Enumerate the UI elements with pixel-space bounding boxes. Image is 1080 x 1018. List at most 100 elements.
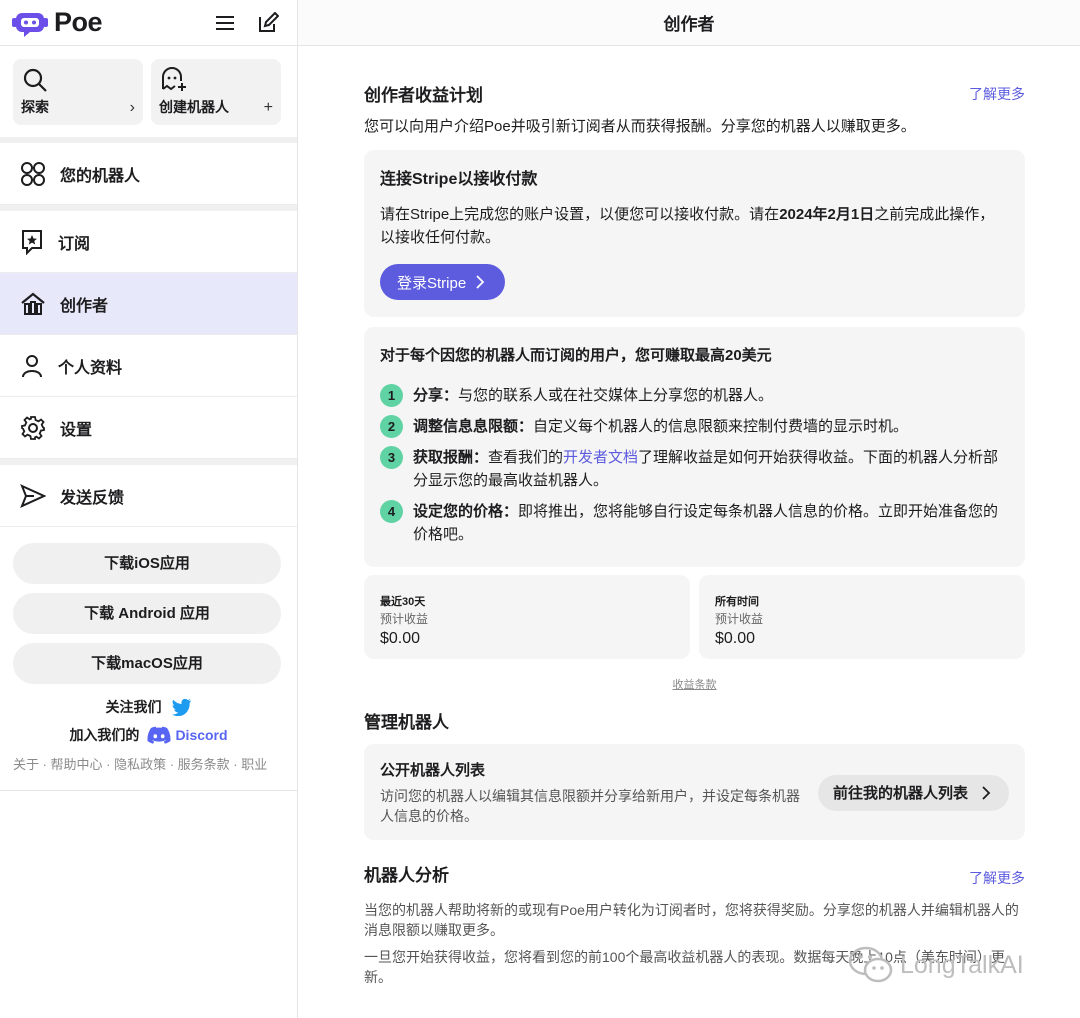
step-number: 1 — [380, 384, 403, 407]
create-bot-label: 创建机器人 — [159, 99, 229, 115]
create-bot-icon — [162, 67, 186, 91]
sidebar-item-label: 设置 — [60, 421, 93, 439]
sidebar-item-label: 您的机器人 — [60, 167, 141, 185]
plus-icon: + — [263, 99, 273, 116]
step-bold: 分享： — [413, 387, 459, 404]
manage-card-title: 公开机器人列表 — [380, 762, 486, 779]
chevron-right-icon: › — [129, 99, 135, 116]
step-body: 自定义每个机器人的信息限额来控制付费墙的显示时机。 — [533, 418, 909, 435]
earnings-all-time: 所有时间 预计收益 $0.00 — [699, 575, 1025, 659]
step-bold: 获取报酬： — [413, 449, 489, 466]
stripe-card: 连接Stripe以接收付款 请在Stripe上完成您的账户设置，以便您可以接收付… — [364, 150, 1025, 317]
sidebar-item-creator[interactable]: 创作者 — [0, 273, 297, 335]
page-header: 创作者 — [298, 0, 1080, 46]
step-text: 设定您的价格：即将推出，您将能够自行设定每条机器人信息的价格。立即开始准备您的价… — [413, 500, 1009, 546]
app-name: Poe — [54, 7, 103, 37]
earn-title: 对于每个因您的机器人而订阅的用户，您可赚取最高20美元 — [380, 347, 772, 364]
sidebar-item-settings[interactable]: 设置 — [0, 397, 297, 459]
stat-value: $0.00 — [380, 630, 421, 647]
download-ios-button[interactable]: 下载iOS应用 — [13, 543, 281, 584]
main-content: 创作者收益计划 了解更多 您可以向用户介绍Poe并吸引新订阅者从而获得报酬。分享… — [364, 46, 1025, 987]
twitter-icon — [171, 698, 191, 716]
stripe-deadline: 2024年2月1日 — [779, 206, 875, 223]
stat-period: 所有时间 — [715, 596, 759, 608]
step-paid: 3 获取报酬：查看我们的开发者文档了理解收益是如何开始获得收益。下面的机器人分析… — [380, 446, 1009, 492]
subscription-star-icon — [22, 229, 42, 255]
profile-icon — [22, 354, 42, 377]
sidebar: Poe 探索 › 创建机器人 + 您的机器人 订阅 创作者 个人资料 设置 发送… — [0, 0, 298, 1018]
sidebar-item-feedback[interactable]: 发送反馈 — [0, 465, 297, 527]
stat-period: 最近30天 — [380, 596, 426, 608]
step-bold: 设定您的价格： — [413, 503, 519, 520]
step-price: 4 设定您的价格：即将推出，您将能够自行设定每条机器人信息的价格。立即开始准备您… — [380, 500, 1009, 546]
wechat-icon — [848, 946, 893, 983]
discord-label: Discord — [175, 727, 228, 743]
stat-value: $0.00 — [715, 630, 756, 647]
earnings-30-days: 最近30天 预计收益 $0.00 — [364, 575, 690, 659]
stripe-login-label: 登录Stripe — [397, 274, 467, 292]
bots-grid-icon — [21, 161, 45, 186]
follow-us-label: 关注我们 — [105, 699, 162, 715]
step-text: 获取报酬：查看我们的开发者文档了理解收益是如何开始获得收益。下面的机器人分析部分… — [413, 446, 1009, 492]
download-macos-button[interactable]: 下载macOS应用 — [13, 643, 281, 684]
step-bold: 调整信息息限额： — [413, 418, 534, 435]
revenue-desc: 您可以向用户介绍Poe并吸引新订阅者从而获得报酬。分享您的机器人以赚取更多。 — [364, 118, 916, 135]
new-chat-icon[interactable] — [257, 11, 279, 34]
step-number: 2 — [380, 415, 403, 438]
search-icon — [23, 68, 47, 92]
step-number: 3 — [380, 446, 403, 469]
step-body: 与您的联系人或在社交媒体上分享您的机器人。 — [458, 387, 774, 404]
sidebar-item-subscription[interactable]: 订阅 — [0, 211, 297, 273]
step-number: 4 — [380, 500, 403, 523]
learn-more-link[interactable]: 了解更多 — [969, 868, 1025, 888]
stripe-title: 连接Stripe以接收付款 — [380, 171, 538, 188]
creator-icon — [21, 292, 45, 315]
step-limit: 2 调整信息息限额：自定义每个机器人的信息限额来控制付费墙的显示时机。 — [380, 415, 1009, 438]
revenue-terms-link[interactable]: 收益条款 — [364, 676, 1025, 692]
stripe-text: 请在Stripe上完成您的账户设置，以便您可以接收付款。请在2024年2月1日之… — [380, 203, 1009, 249]
menu-icon[interactable] — [215, 14, 235, 32]
sidebar-item-label: 订阅 — [58, 235, 91, 253]
poe-logo[interactable]: Poe — [12, 7, 103, 38]
developer-docs-link[interactable]: 开发者文档 — [563, 449, 638, 466]
revenue-title: 创作者收益计划 — [364, 86, 483, 105]
footer-links[interactable]: 关于 · 帮助中心 · 隐私政策 · 服务条款 · 职业 — [0, 749, 297, 791]
step-text: 分享：与您的联系人或在社交媒体上分享您的机器人。 — [413, 384, 773, 407]
stripe-text-part: 请在Stripe上完成您的账户设置，以便您可以接收付款。请在 — [380, 206, 780, 223]
follow-us[interactable]: 关注我们 — [0, 693, 297, 721]
stripe-login-button[interactable]: 登录Stripe — [380, 264, 506, 300]
send-icon — [20, 483, 46, 508]
earn-card: 对于每个因您的机器人而订阅的用户，您可赚取最高20美元 1 分享：与您的联系人或… — [364, 327, 1025, 567]
manage-title: 管理机器人 — [364, 713, 449, 732]
chevron-right-icon — [476, 275, 485, 289]
analytics-title: 机器人分析 — [364, 865, 449, 885]
page-title: 创作者 — [663, 15, 715, 34]
poe-logo-icon — [12, 12, 48, 37]
step-share: 1 分享：与您的联系人或在社交媒体上分享您的机器人。 — [380, 384, 1009, 407]
gear-icon — [21, 415, 45, 440]
learn-more-link[interactable]: 了解更多 — [969, 84, 1025, 104]
manage-card: 公开机器人列表 访问您的机器人以编辑其信息限额并分享给新用户，并设定每条机器人信… — [364, 744, 1025, 840]
analytics-p1: 当您的机器人帮助将新的或现有Poe用户转化为订阅者时，您将获得奖励。分享您的机器… — [364, 902, 1019, 938]
logo-row: Poe — [0, 0, 297, 46]
sidebar-item-label: 创作者 — [60, 297, 109, 315]
step-body: 查看我们的 — [488, 449, 564, 466]
create-bot-card[interactable]: 创建机器人 + — [151, 59, 281, 125]
explore-card[interactable]: 探索 › — [13, 59, 143, 125]
chevron-right-icon — [982, 785, 991, 800]
download-android-button[interactable]: 下载 Android 应用 — [13, 593, 281, 634]
join-discord[interactable]: 加入我们的 Discord — [0, 721, 297, 749]
join-us-label: 加入我们的 — [69, 727, 140, 743]
manage-card-desc: 访问您的机器人以编辑其信息限额并分享给新用户，并设定每条机器人信息的价格。 — [380, 788, 800, 824]
go-to-bot-list-button[interactable]: 前往我的机器人列表 — [817, 774, 1009, 811]
step-text: 调整信息息限额：自定义每个机器人的信息限额来控制付费墙的显示时机。 — [413, 415, 908, 438]
sidebar-item-profile[interactable]: 个人资料 — [0, 335, 297, 397]
explore-label: 探索 — [21, 99, 49, 115]
sidebar-item-label: 发送反馈 — [60, 489, 125, 507]
stat-label: 预计收益 — [380, 612, 429, 626]
sidebar-item-your-bots[interactable]: 您的机器人 — [0, 143, 297, 205]
sidebar-item-label: 个人资料 — [58, 359, 123, 377]
go-to-bot-list-label: 前往我的机器人列表 — [832, 785, 968, 802]
discord-icon — [147, 726, 171, 744]
stat-label: 预计收益 — [715, 612, 764, 626]
